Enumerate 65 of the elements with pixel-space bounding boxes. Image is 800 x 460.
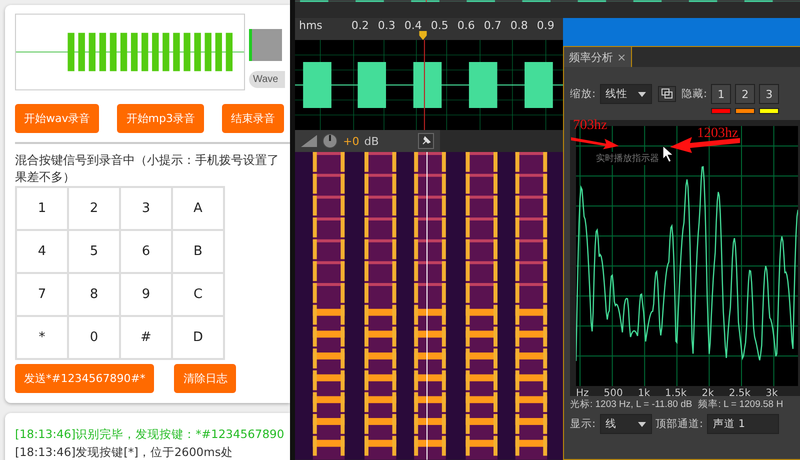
level-meter-drawing xyxy=(249,29,282,61)
top-channel-label: 顶部通道: xyxy=(656,417,704,432)
dial-key[interactable]: 4 xyxy=(17,231,67,272)
volume-icon xyxy=(301,135,317,148)
dial-key[interactable]: * xyxy=(17,317,67,358)
axis-label: 1.5k xyxy=(665,388,687,400)
time-tick-label: 0.6 xyxy=(457,19,475,32)
cursor-icon xyxy=(663,146,673,162)
overlay-label: 实时播放指示器 xyxy=(596,152,659,166)
cursor-readout: 光标: 1203 Hz, L = -11.80 dB xyxy=(570,398,692,412)
dial-key[interactable]: C xyxy=(173,274,223,315)
dial-key[interactable]: A xyxy=(173,188,223,229)
log-line: [18:13:46]识别完毕，发现按键：*#1234567890 xyxy=(15,426,286,443)
axis-label: 1k xyxy=(638,388,650,400)
dial-key[interactable]: 1 xyxy=(17,188,67,229)
annotation-label: 1203hz xyxy=(697,126,738,142)
time-tick-label: 0.3 xyxy=(378,19,396,32)
time-tick-label: 0.4 xyxy=(404,19,422,32)
zoom-label: 缩放: xyxy=(570,87,596,102)
time-tick-label: 0.7 xyxy=(484,19,502,32)
playhead-marker-icon[interactable] xyxy=(419,31,427,40)
dial-key[interactable]: 5 xyxy=(69,231,119,272)
copy-icon[interactable] xyxy=(658,86,676,102)
axis-label: 500 xyxy=(604,388,623,400)
caret-icon xyxy=(638,92,646,97)
dial-key[interactable]: 7 xyxy=(17,274,67,315)
dial-key[interactable]: D xyxy=(173,317,223,358)
channel-button[interactable]: 1 xyxy=(711,84,732,104)
arrow-icon xyxy=(570,134,620,150)
dial-key[interactable]: # xyxy=(121,317,171,358)
channel-button[interactable]: 2 xyxy=(735,84,756,104)
dial-key[interactable]: 2 xyxy=(69,188,119,229)
display-dropdown[interactable]: 线 xyxy=(600,414,652,434)
channel-button[interactable]: 3 xyxy=(759,84,780,104)
time-tick-label: 0.9 xyxy=(536,19,554,32)
top-channel-dropdown[interactable]: 声道 1 xyxy=(707,414,780,434)
dial-key[interactable]: 6 xyxy=(121,231,171,272)
axis-label: 3k xyxy=(766,388,778,400)
log-line: [18:13:46]发现按键[*]，位于2600ms处 xyxy=(15,444,234,460)
axis-label: Hz xyxy=(576,388,589,400)
panel-tab[interactable]: 频率分析 × xyxy=(564,47,632,68)
time-tick-label: 0.5 xyxy=(430,19,448,32)
hide-label: 隐藏: xyxy=(682,87,708,102)
zoom-dropdown[interactable]: 线性 xyxy=(600,84,652,104)
dial-key[interactable]: 3 xyxy=(121,188,171,229)
dial-key[interactable]: B xyxy=(173,231,223,272)
axis-label: 2k xyxy=(702,388,714,400)
caret-icon xyxy=(638,422,646,427)
hint-text: 果差不多） xyxy=(15,169,76,186)
annotation-label: 703hz xyxy=(573,118,608,134)
display-label: 显示: xyxy=(570,417,596,432)
axis-label: 2.5k xyxy=(728,388,751,400)
frequency-readout: 频率: L = 1209.58 H xyxy=(698,398,784,412)
gain-unit: dB xyxy=(364,134,379,148)
wave-button[interactable]: Wave xyxy=(249,71,285,88)
hint-text: 混合按键信号到录音中（小提示：手机拨号设置了 xyxy=(15,152,280,169)
time-tick-label: 0.2 xyxy=(351,19,369,32)
gain-knob-icon[interactable] xyxy=(322,133,338,150)
gain-value[interactable]: +0 xyxy=(343,134,360,148)
dial-key[interactable]: 8 xyxy=(69,274,119,315)
time-unit-label: hms xyxy=(299,19,322,32)
time-tick-label: 0.8 xyxy=(510,19,528,32)
dial-key[interactable]: 0 xyxy=(69,317,119,358)
dial-key[interactable]: 9 xyxy=(121,274,171,315)
pin-icon[interactable] xyxy=(418,133,434,150)
